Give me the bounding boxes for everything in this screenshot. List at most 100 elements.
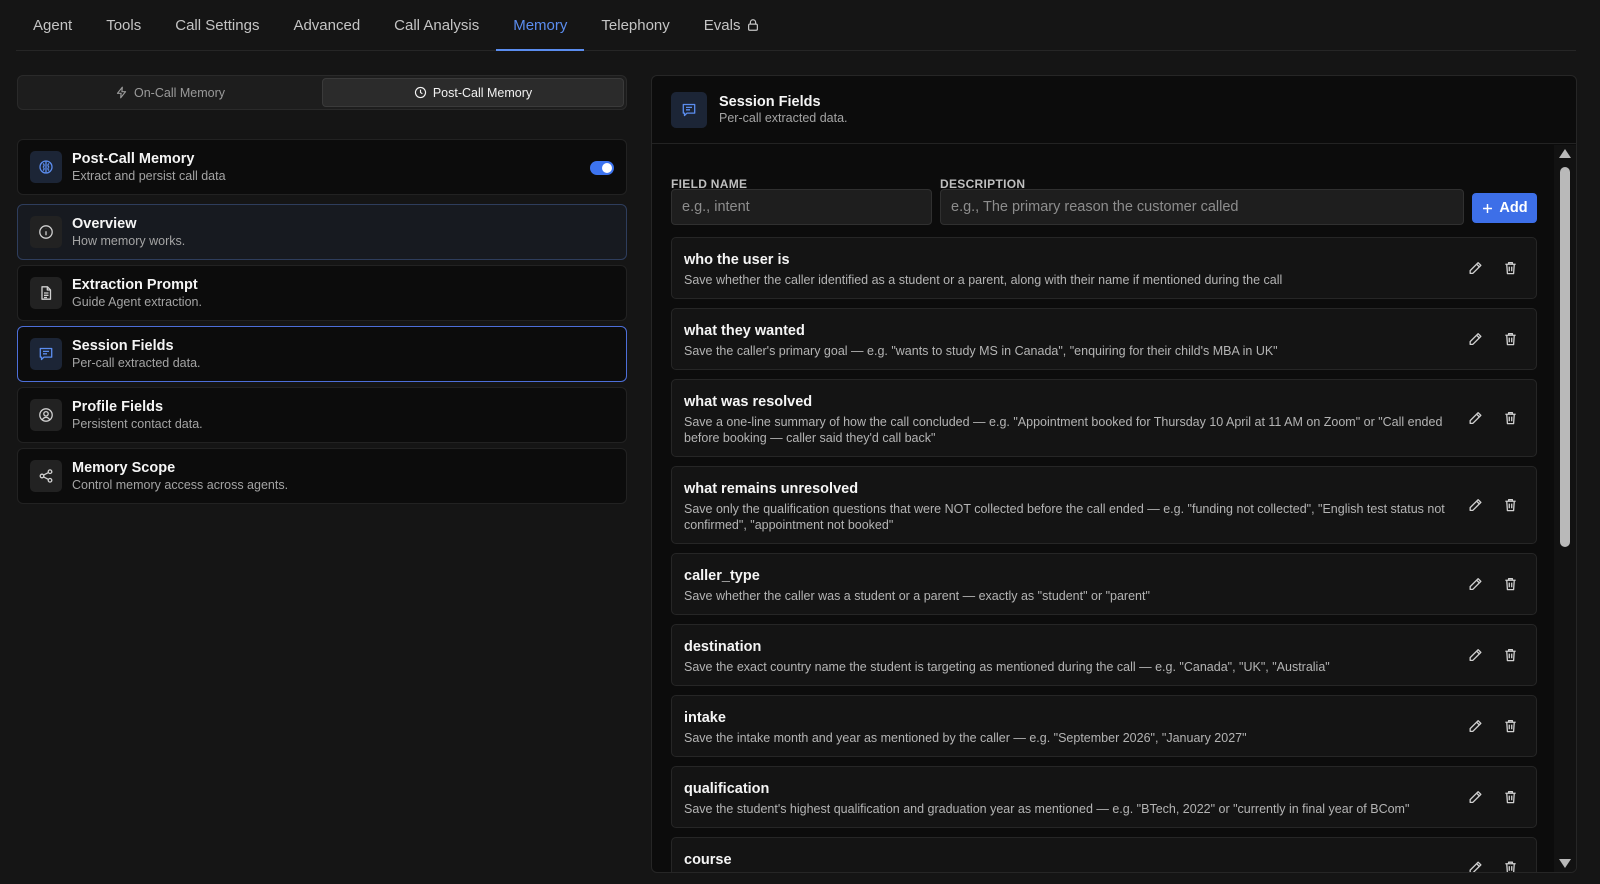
edit-icon[interactable] [1468, 332, 1483, 347]
tab-label: Memory [513, 16, 568, 34]
card-subtitle: Guide Agent extraction. [72, 295, 202, 309]
card-subtitle: How memory works. [72, 234, 186, 248]
session-field-row: qualification Save the student's highest… [671, 766, 1537, 828]
brain-icon [39, 160, 53, 174]
tab-call-settings[interactable]: Call Settings [158, 0, 276, 50]
edit-icon[interactable] [1468, 719, 1483, 734]
tab-memory[interactable]: Memory [496, 0, 585, 51]
top-tab-bar: Agent Tools Call Settings Advanced Call … [16, 0, 1576, 51]
nav-card-profile-fields[interactable]: Profile Fields Persistent contact data. [17, 387, 627, 443]
memory-sidebar: On-Call Memory Post-Call Memory [17, 75, 627, 110]
panel-header: Session Fields Per-call extracted data. [652, 76, 1576, 144]
tab-label: Call Analysis [394, 16, 480, 34]
nav-card-overview[interactable]: Overview How memory works. [17, 204, 627, 260]
edit-icon[interactable] [1468, 790, 1483, 805]
edit-icon[interactable] [1468, 577, 1483, 592]
card-subtitle: Per-call extracted data. [72, 356, 201, 370]
scrollbar-thumb[interactable] [1560, 167, 1570, 547]
edit-icon[interactable] [1468, 498, 1483, 513]
field-name: destination [684, 639, 762, 655]
tab-label: Agent [33, 16, 73, 34]
session-field-row: course [671, 837, 1537, 873]
field-description: Save the caller's primary goal — e.g. "w… [684, 344, 1278, 358]
nav-card-memory-scope[interactable]: Memory Scope Control memory access acros… [17, 448, 627, 504]
trash-icon[interactable] [1503, 261, 1518, 276]
field-name-input[interactable] [671, 189, 932, 225]
session-field-row: destination Save the exact country name … [671, 624, 1537, 686]
post-call-memory-toggle[interactable] [590, 161, 614, 175]
post-call-memory-card: Post-Call Memory Extract and persist cal… [17, 139, 627, 195]
edit-icon[interactable] [1468, 648, 1483, 663]
tab-label: Tools [106, 16, 142, 34]
card-title: Post-Call Memory [72, 151, 195, 167]
scroll-down-arrow-icon[interactable] [1559, 859, 1571, 868]
icon-container [30, 151, 62, 183]
trash-icon[interactable] [1503, 790, 1518, 805]
card-title: Memory Scope [72, 460, 176, 476]
nav-card-extraction-prompt[interactable]: Extraction Prompt Guide Agent extraction… [17, 265, 627, 321]
field-name: what was resolved [684, 394, 813, 410]
trash-icon[interactable] [1503, 860, 1518, 873]
trash-icon[interactable] [1503, 498, 1518, 513]
on-call-memory-button[interactable]: On-Call Memory [20, 78, 320, 107]
card-subtitle: Persistent contact data. [72, 417, 203, 431]
trash-icon[interactable] [1503, 719, 1518, 734]
session-field-row: what was resolved Save a one-line summar… [671, 379, 1537, 457]
panel-title: Session Fields [719, 94, 821, 110]
tab-tools[interactable]: Tools [89, 0, 158, 50]
field-description: Save the exact country name the student … [684, 660, 1330, 674]
field-name: what they wanted [684, 323, 805, 339]
info-icon [39, 225, 53, 239]
share-icon [39, 469, 53, 483]
trash-icon[interactable] [1503, 577, 1518, 592]
field-description: Save whether the caller was a student or… [684, 589, 1150, 603]
lock-icon [748, 19, 759, 31]
message-icon [39, 347, 53, 361]
memory-mode-switch: On-Call Memory Post-Call Memory [17, 75, 627, 110]
icon-container [30, 338, 62, 370]
edit-icon[interactable] [1468, 261, 1483, 276]
document-icon [41, 286, 52, 300]
tab-advanced[interactable]: Advanced [276, 0, 377, 50]
description-input[interactable] [940, 189, 1464, 225]
on-call-label: On-Call Memory [134, 85, 225, 100]
card-title: Session Fields [72, 338, 174, 354]
post-call-label: Post-Call Memory [432, 85, 533, 100]
session-field-row: caller_type Save whether the caller was … [671, 553, 1537, 615]
field-description: Save the student's highest qualification… [684, 802, 1410, 816]
card-subtitle: Extract and persist call data [72, 169, 226, 183]
tab-label: Evals [703, 16, 741, 34]
tab-agent[interactable]: Agent [16, 0, 89, 50]
vertical-scrollbar[interactable] [1554, 145, 1576, 872]
scroll-up-arrow-icon[interactable] [1559, 149, 1571, 158]
edit-icon[interactable] [1468, 411, 1483, 426]
post-call-memory-button[interactable]: Post-Call Memory [322, 78, 624, 107]
card-subtitle: Control memory access across agents. [72, 478, 289, 492]
card-title: Profile Fields [72, 399, 164, 415]
tab-telephony[interactable]: Telephony [584, 0, 686, 50]
user-circle-icon [39, 408, 53, 422]
trash-icon[interactable] [1503, 411, 1518, 426]
add-label: Add [1499, 200, 1528, 216]
icon-container [671, 91, 707, 128]
card-title: Overview [72, 216, 137, 232]
field-name: what remains unresolved [684, 481, 859, 497]
tab-call-analysis[interactable]: Call Analysis [377, 0, 496, 50]
tab-evals[interactable]: Evals [687, 0, 778, 50]
tab-label: Call Settings [175, 16, 260, 34]
icon-container [30, 399, 62, 431]
icon-container [30, 216, 62, 248]
icon-container [30, 277, 62, 309]
field-name: course [684, 852, 732, 868]
session-field-row: what remains unresolved Save only the qu… [671, 466, 1537, 544]
edit-icon[interactable] [1468, 860, 1483, 873]
trash-icon[interactable] [1503, 648, 1518, 663]
trash-icon[interactable] [1503, 332, 1518, 347]
clock-icon [414, 86, 426, 99]
nav-card-session-fields[interactable]: Session Fields Per-call extracted data. [17, 326, 627, 382]
add-field-button[interactable]: Add [1472, 193, 1537, 223]
message-icon [682, 103, 696, 116]
field-name: caller_type [684, 568, 760, 584]
icon-container [30, 460, 62, 492]
session-field-row: intake Save the intake month and year as… [671, 695, 1537, 757]
